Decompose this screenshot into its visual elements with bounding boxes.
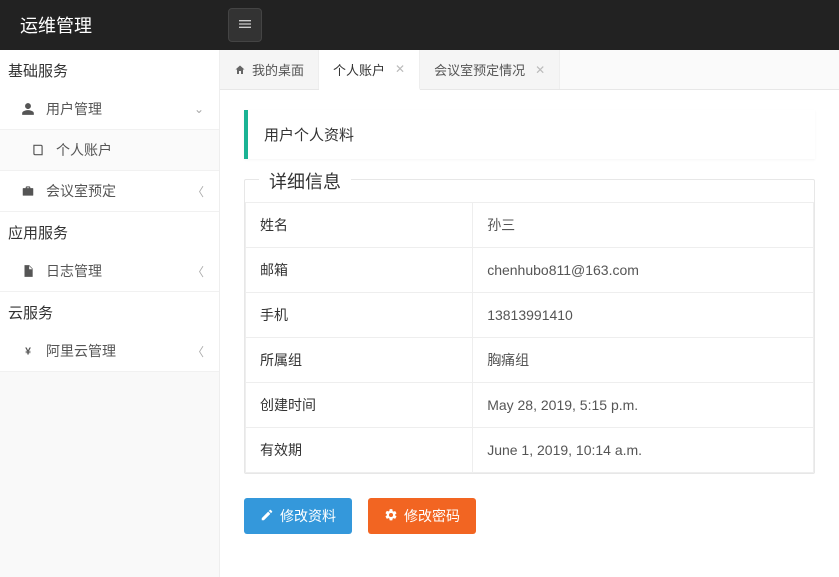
tab[interactable]: 我的桌面 (220, 50, 319, 89)
chevron-left-icon: 〈 (192, 343, 204, 360)
sidebar-item-label: 日志管理 (46, 261, 102, 281)
tab-label: 我的桌面 (252, 60, 304, 79)
sidebar-item-label: 用户管理 (46, 99, 102, 119)
detail-table: 姓名孙三邮箱chenhubo811@163.com手机13813991410所属… (245, 202, 814, 473)
close-icon[interactable]: ✕ (395, 62, 405, 76)
field-key: 姓名 (246, 203, 473, 248)
book-icon (30, 143, 46, 157)
yen-icon: ¥ (20, 344, 36, 358)
sidebar: 基础服务用户管理⌄个人账户会议室预定〈应用服务日志管理〈云服务¥阿里云管理〈 (0, 50, 220, 577)
gear-icon (384, 508, 398, 525)
sidebar-item[interactable]: 用户管理 ⌄ (0, 89, 219, 130)
chevron-down-icon: ⌄ (194, 102, 204, 116)
hamburger-icon (237, 16, 253, 35)
field-value: 胸痛组 (473, 338, 814, 383)
home-icon (234, 64, 246, 76)
field-value: chenhubo811@163.com (473, 248, 814, 293)
tab[interactable]: 会议室预定情况 ✕ (420, 50, 560, 89)
field-key: 创建时间 (246, 383, 473, 428)
edit-password-button[interactable]: 修改密码 (368, 498, 476, 534)
table-row: 邮箱chenhubo811@163.com (246, 248, 814, 293)
field-value: May 28, 2019, 5:15 p.m. (473, 383, 814, 428)
sidebar-item[interactable]: ¥ 阿里云管理 〈 (0, 331, 219, 372)
table-row: 手机13813991410 (246, 293, 814, 338)
field-value: 13813991410 (473, 293, 814, 338)
tab[interactable]: 个人账户 ✕ (319, 50, 420, 90)
chevron-left-icon: 〈 (192, 183, 204, 200)
brand-title: 运维管理 (0, 12, 220, 38)
sidebar-item-label: 个人账户 (56, 140, 112, 160)
nav-group-header: 应用服务 (0, 212, 219, 251)
field-value: June 1, 2019, 10:14 a.m. (473, 428, 814, 473)
file-icon (20, 264, 36, 278)
field-value: 孙三 (473, 203, 814, 248)
nav-group-header: 云服务 (0, 292, 219, 331)
panel-title: 用户个人资料 (244, 110, 815, 159)
nav-group-header: 基础服务 (0, 50, 219, 89)
field-key: 手机 (246, 293, 473, 338)
table-row: 有效期June 1, 2019, 10:14 a.m. (246, 428, 814, 473)
tab-bar: 我的桌面 个人账户 ✕ 会议室预定情况 ✕ (220, 50, 839, 90)
content-area: 用户个人资料 详细信息 姓名孙三邮箱chenhubo811@163.com手机1… (220, 90, 839, 577)
sidebar-item-label: 阿里云管理 (46, 341, 116, 361)
user-icon (20, 102, 36, 116)
tab-label: 个人账户 (333, 60, 385, 79)
topbar: 运维管理 (0, 0, 839, 50)
tab-label: 会议室预定情况 (434, 60, 525, 79)
menu-toggle-button[interactable] (228, 8, 262, 42)
sidebar-item-label: 会议室预定 (46, 181, 116, 201)
close-icon[interactable]: ✕ (535, 63, 545, 77)
table-row: 创建时间May 28, 2019, 5:15 p.m. (246, 383, 814, 428)
edit-profile-button[interactable]: 修改资料 (244, 498, 352, 534)
field-key: 有效期 (246, 428, 473, 473)
field-key: 所属组 (246, 338, 473, 383)
briefcase-icon (20, 184, 36, 198)
detail-fieldset: 详细信息 姓名孙三邮箱chenhubo811@163.com手机13813991… (244, 179, 815, 474)
edit-profile-label: 修改资料 (280, 506, 336, 526)
fieldset-legend: 详细信息 (259, 168, 351, 194)
sidebar-item[interactable]: 会议室预定 〈 (0, 171, 219, 212)
chevron-left-icon: 〈 (192, 263, 204, 280)
field-key: 邮箱 (246, 248, 473, 293)
edit-password-label: 修改密码 (404, 506, 460, 526)
sidebar-subitem[interactable]: 个人账户 (0, 130, 219, 171)
table-row: 姓名孙三 (246, 203, 814, 248)
table-row: 所属组胸痛组 (246, 338, 814, 383)
sidebar-item[interactable]: 日志管理 〈 (0, 251, 219, 292)
pencil-icon (260, 508, 274, 525)
svg-text:¥: ¥ (25, 346, 31, 358)
